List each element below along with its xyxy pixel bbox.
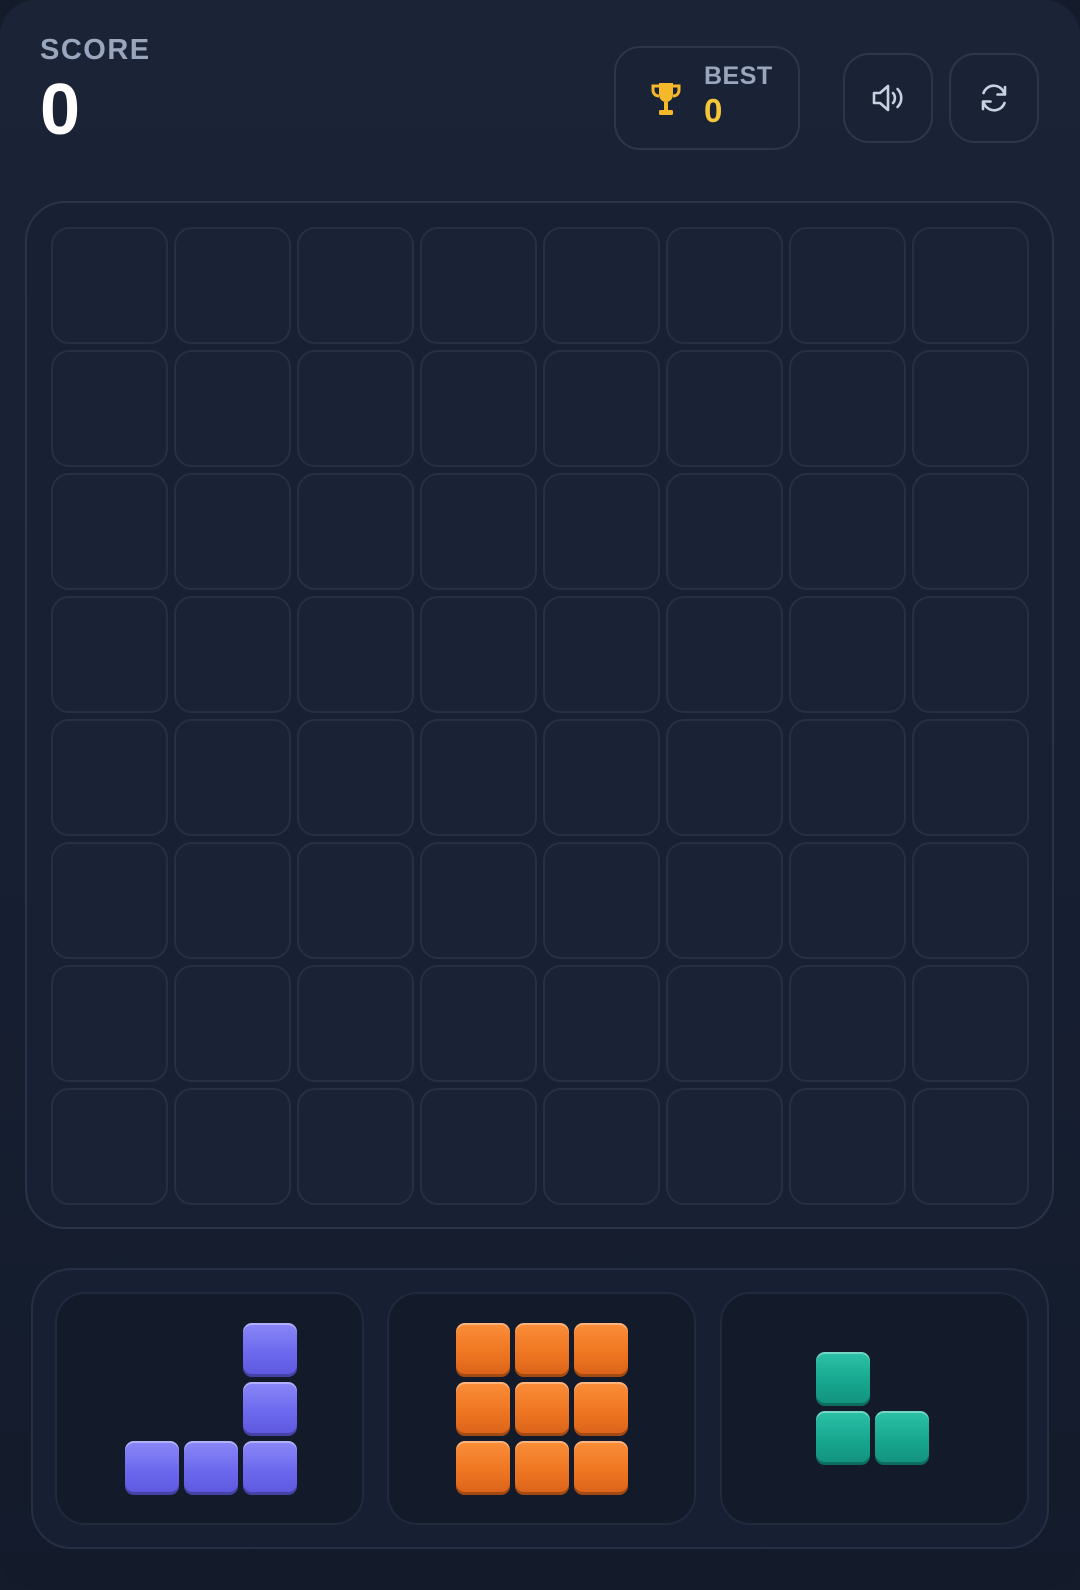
board-cell[interactable] [174,965,291,1082]
best-score-card: BEST 0 [614,46,800,150]
board-cell[interactable] [789,473,906,590]
restart-button[interactable] [949,53,1039,143]
board-cell[interactable] [174,473,291,590]
board-cell[interactable] [789,965,906,1082]
j-piece-block [243,1441,297,1495]
j-piece-block [243,1323,297,1377]
board-cell[interactable] [789,842,906,959]
board-cell[interactable] [174,596,291,713]
piece-slot-2[interactable] [387,1292,696,1525]
board-cell[interactable] [297,719,414,836]
board-cell[interactable] [543,1088,660,1205]
board-cell[interactable] [51,596,168,713]
piece-slot-3[interactable] [720,1292,1029,1525]
board-cell[interactable] [666,596,783,713]
board-cell[interactable] [543,842,660,959]
board-cell[interactable] [666,719,783,836]
board-cell[interactable] [420,1088,537,1205]
j-piece-block [243,1382,297,1436]
board-cell[interactable] [51,1088,168,1205]
board-grid [51,227,1031,1207]
board-cell[interactable] [297,350,414,467]
board-cell[interactable] [666,227,783,344]
l-small-piece-block [816,1352,870,1406]
board-cell[interactable] [912,842,1029,959]
square-3x3-piece-block [574,1323,628,1377]
sound-button[interactable] [843,53,933,143]
board-cell[interactable] [543,965,660,1082]
score-label: SCORE [40,34,151,66]
board-cell[interactable] [666,842,783,959]
game-screen: SCORE 0 BEST 0 [0,0,1080,1590]
board-cell[interactable] [789,1088,906,1205]
board-cell[interactable] [912,1088,1029,1205]
board-cell[interactable] [912,227,1029,344]
board-cell[interactable] [420,350,537,467]
board-cell[interactable] [297,596,414,713]
board-cell[interactable] [174,719,291,836]
square-3x3-piece-block [515,1441,569,1495]
board-cell[interactable] [912,719,1029,836]
board-cell[interactable] [420,596,537,713]
board-cell[interactable] [912,350,1029,467]
board-cell[interactable] [666,350,783,467]
game-board [25,201,1054,1229]
board-cell[interactable] [51,842,168,959]
board-cell[interactable] [174,842,291,959]
board-cell[interactable] [174,227,291,344]
board-cell[interactable] [789,719,906,836]
board-cell[interactable] [420,473,537,590]
board-cell[interactable] [666,1088,783,1205]
board-cell[interactable] [51,473,168,590]
square-3x3-piece-block [574,1382,628,1436]
square-3x3-piece-block [515,1323,569,1377]
board-cell[interactable] [297,1088,414,1205]
board-cell[interactable] [912,596,1029,713]
board-cell[interactable] [666,473,783,590]
best-label: BEST [704,62,773,90]
board-cell[interactable] [420,719,537,836]
board-cell[interactable] [174,350,291,467]
board-cell[interactable] [789,350,906,467]
board-cell[interactable] [297,965,414,1082]
board-cell[interactable] [297,473,414,590]
trophy-icon [651,83,681,115]
board-cell[interactable] [543,596,660,713]
board-cell[interactable] [789,227,906,344]
l-small-piece-block [875,1411,929,1465]
piece-slot-1[interactable] [55,1292,364,1525]
restart-icon [981,84,1007,112]
square-3x3-piece-block [515,1382,569,1436]
board-cell[interactable] [420,842,537,959]
board-cell[interactable] [543,719,660,836]
board-cell[interactable] [543,350,660,467]
best-value: 0 [704,92,723,129]
board-cell[interactable] [543,473,660,590]
volume-icon [872,84,903,112]
square-3x3-piece-block [456,1441,510,1495]
square-3x3-piece-block [456,1323,510,1377]
board-cell[interactable] [420,965,537,1082]
board-cell[interactable] [420,227,537,344]
piece-tray [31,1268,1049,1549]
j-piece-block [125,1441,179,1495]
j-piece-block [184,1441,238,1495]
square-3x3-piece-block [574,1441,628,1495]
board-cell[interactable] [297,842,414,959]
board-cell[interactable] [174,1088,291,1205]
board-cell[interactable] [51,350,168,467]
board-cell[interactable] [789,596,906,713]
board-cell[interactable] [51,965,168,1082]
board-cell[interactable] [912,473,1029,590]
board-cell[interactable] [666,965,783,1082]
score-value: 0 [40,70,81,150]
board-cell[interactable] [51,227,168,344]
square-3x3-piece-block [456,1382,510,1436]
board-cell[interactable] [51,719,168,836]
board-cell[interactable] [912,965,1029,1082]
l-small-piece-block [816,1411,870,1465]
board-cell[interactable] [297,227,414,344]
board-cell[interactable] [543,227,660,344]
